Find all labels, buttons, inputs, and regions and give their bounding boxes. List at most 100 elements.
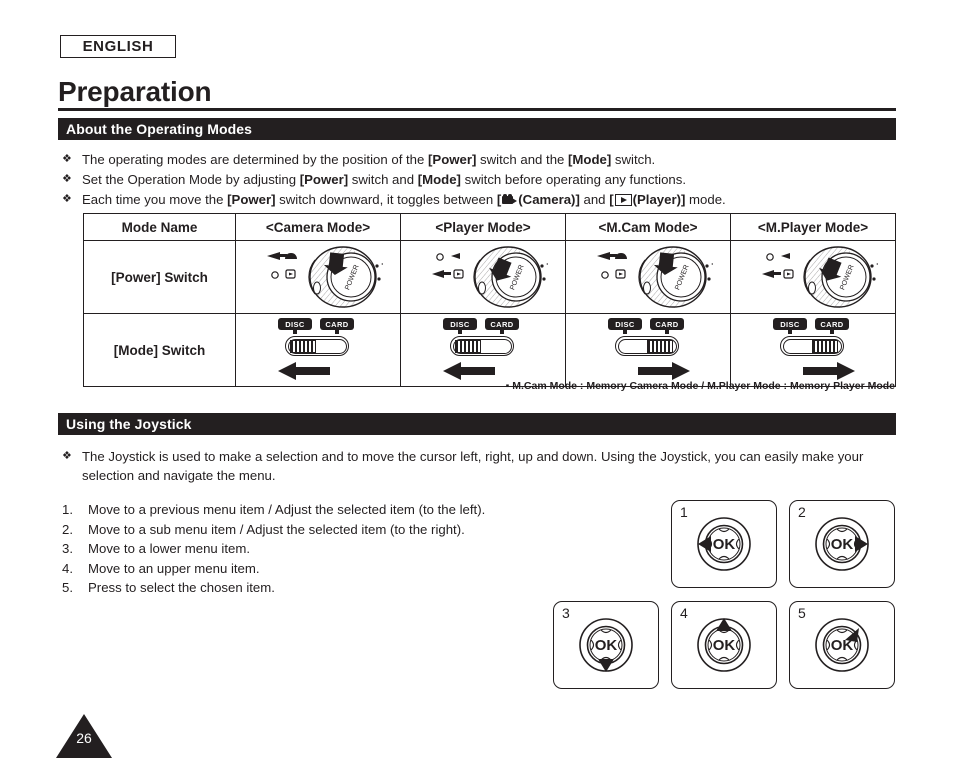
bullet-text: Set the Operation Mode by adjusting [Pow… (82, 172, 687, 187)
mode-switch-card: DISC CARD (592, 316, 704, 384)
svg-text:OK: OK (831, 536, 854, 553)
power-dial-camera: POWER (253, 244, 388, 310)
power-dial-player: POWER (748, 244, 883, 310)
play-icon (614, 194, 632, 206)
language-badge: ENGLISH (60, 35, 176, 58)
disc-label: DISC (608, 318, 642, 334)
step-text: Press to select the chosen item. (88, 580, 275, 595)
power-dial-player: POWER (418, 244, 553, 310)
table-header-mode-2: <Player Mode> (400, 213, 566, 241)
step-number: 4. (62, 560, 73, 576)
svg-text:OK: OK (713, 637, 736, 654)
table-cell: POWER (565, 240, 731, 314)
mode-switch-knob (812, 339, 838, 353)
arrow-left-icon (443, 362, 495, 380)
card-label: CARD (485, 318, 519, 334)
disc-label: DISC (773, 318, 807, 334)
bullet-diamond-icon: ❖ (62, 450, 72, 462)
table-cell: DISC CARD (730, 313, 896, 387)
table-row: [Mode] Switch DISC CARD DISC CARD DISC CARD DIS… (83, 313, 896, 387)
joystick-dial-right: OK (803, 505, 881, 583)
page-number-badge: 26 (56, 712, 112, 758)
table-cell: DISC CARD (565, 313, 731, 387)
table-header-mode-4: <M.Player Mode> (730, 213, 896, 241)
title-divider (58, 108, 896, 111)
camcorder-icon (502, 194, 518, 205)
joystick-dial-press: OK (803, 606, 881, 684)
table-cell: DISC CARD (235, 313, 401, 387)
disc-label: DISC (443, 318, 477, 334)
arrow-right-icon (803, 362, 855, 380)
table-header-mode-name: Mode Name (83, 213, 236, 241)
step-number: 3. (62, 541, 73, 556)
arrow-left-icon (278, 362, 330, 380)
mode-switch-disc: DISC CARD (262, 316, 374, 384)
mode-switch-card: DISC CARD (757, 316, 869, 384)
joystick-dial-down: OK (567, 606, 645, 684)
card-label: CARD (320, 318, 354, 334)
joystick-step-list: 1. Move to a previous menu item / Adjust … (62, 500, 642, 598)
joystick-dial-up: OK (685, 606, 763, 684)
table-header-mode-1: <Camera Mode> (235, 213, 401, 241)
joystick-diagram-4: 4 OK (671, 601, 777, 689)
table-cell: POWER (235, 240, 401, 314)
card-label: CARD (650, 318, 684, 334)
bullet-item: ❖ The operating modes are determined by t… (62, 150, 902, 169)
svg-text:OK: OK (595, 637, 618, 654)
card-label: CARD (815, 318, 849, 334)
joystick-diagram-3: 3 OK (553, 601, 659, 689)
svg-text:OK: OK (713, 536, 736, 553)
arrow-right-icon (638, 362, 690, 380)
mode-switch-knob (290, 339, 316, 353)
step-item: 2. Move to a sub menu item / Adjust the s… (62, 520, 642, 540)
step-text: Move to a lower menu item. (88, 541, 250, 556)
table-footnote: ▪ M.Cam Mode : Memory Camera Mode / M.Pl… (505, 380, 895, 392)
step-item: 1. Move to a previous menu item / Adjust … (62, 500, 642, 520)
step-number: 2. (62, 521, 73, 537)
step-number: 1. (62, 502, 73, 517)
table-header-mode-3: <M.Cam Mode> (565, 213, 731, 241)
mode-switch-knob (455, 339, 481, 353)
joystick-illustration: OK (815, 517, 869, 571)
table-cell: POWER (400, 240, 566, 314)
power-dial-camera: POWER (583, 244, 718, 310)
bullet-diamond-icon: ❖ (62, 173, 72, 185)
bullet-item: ❖ The Joystick is used to make a selectio… (62, 447, 902, 485)
bullet-text: The operating modes are determined by th… (82, 152, 656, 167)
joystick-diagram-2: 2 OK (789, 500, 895, 588)
section-header-using-joystick: Using the Joystick (58, 413, 896, 435)
joystick-diagram-5: 5 OK (789, 601, 895, 689)
step-item: 5. Press to select the chosen item. (62, 578, 642, 598)
joystick-bullet-list: ❖ The Joystick is used to make a selectio… (62, 447, 902, 486)
joystick-diagram-1: 1 OK (671, 500, 777, 588)
page-number-text: 26 (76, 730, 92, 746)
bullet-text: The Joystick is used to make a selection… (82, 449, 864, 483)
joystick-illustration: OK (815, 618, 869, 672)
row-label: [Power] Switch (83, 240, 236, 314)
joystick-illustration: OK (697, 618, 751, 672)
operating-modes-bullet-list: ❖ The operating modes are determined by t… (62, 150, 902, 210)
disc-label: DISC (278, 318, 312, 334)
step-item: 4. Move to an upper menu item. (62, 559, 642, 579)
joystick-illustration: OK (579, 618, 633, 672)
section-header-operating-modes: About the Operating Modes (58, 118, 896, 140)
joystick-illustration: OK (697, 517, 751, 571)
bullet-item: ❖ Each time you move the [Power] switch d… (62, 190, 902, 209)
bullet-diamond-icon: ❖ (62, 193, 72, 205)
step-item: 3. Move to a lower menu item. (62, 539, 642, 559)
step-text: Move to a sub menu item / Adjust the sel… (88, 521, 465, 537)
bullet-diamond-icon: ❖ (62, 153, 72, 165)
table-header-row: Mode Name <Camera Mode> <Player Mode> <M.Ca… (83, 213, 896, 241)
table-cell: DISC CARD (400, 313, 566, 387)
step-text: Move to a previous menu item / Adjust th… (88, 502, 486, 517)
operating-modes-table: Mode Name <Camera Mode> <Player Mode> <M.Ca… (83, 213, 896, 387)
bullet-text: Each time you move the [Power] switch do… (82, 192, 726, 207)
table-cell: POWER (730, 240, 896, 314)
mode-switch-disc: DISC CARD (427, 316, 539, 384)
joystick-dial-left: OK (685, 505, 763, 583)
mode-switch-knob (647, 339, 673, 353)
step-number: 5. (62, 580, 73, 595)
bullet-item: ❖ Set the Operation Mode by adjusting [Po… (62, 170, 902, 189)
table-row: [Power] Switch POWER POWER POWER POWER (83, 240, 896, 314)
step-text: Move to an upper menu item. (88, 560, 260, 576)
